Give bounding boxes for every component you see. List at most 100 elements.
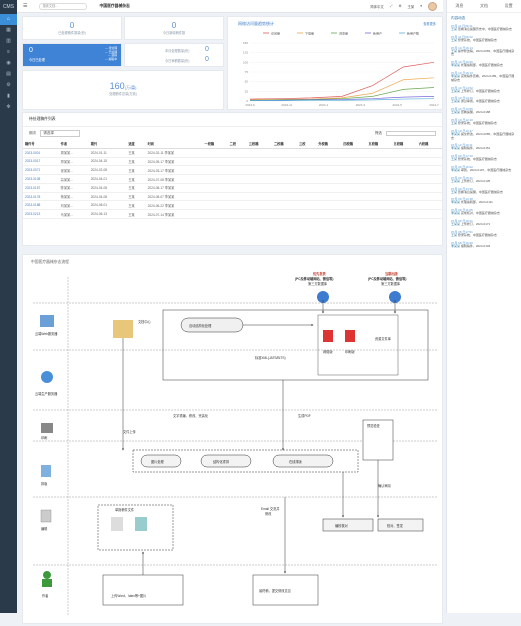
activity-item[interactable]: 07月 10 日14:52 王某某 上传修订，中国医疗器械杂志 bbox=[451, 86, 517, 94]
username[interactable]: 王某 bbox=[408, 4, 415, 9]
table-row[interactable]: 2023-0157 陈某某... 2024-04-08 王某 2024-08-17 李某… bbox=[23, 183, 442, 193]
column-header[interactable]: 五校稿 bbox=[391, 140, 417, 149]
column-header[interactable]: 六校稿 bbox=[416, 140, 442, 149]
menu-toggle-button[interactable]: ☰ bbox=[23, 3, 27, 9]
table-cell bbox=[246, 148, 272, 158]
right-tab[interactable]: 设置 bbox=[505, 3, 513, 9]
table-row[interactable]: 2023-0001 周某某... 2024-01-11 王某 2024-02-11 李某… bbox=[23, 148, 442, 158]
column-header[interactable]: 四校稿 bbox=[341, 140, 367, 149]
y-tick-label: 75 bbox=[245, 70, 249, 74]
column-header[interactable]: 二校稿 bbox=[271, 140, 298, 149]
x-tick-label: 2023-11 bbox=[281, 103, 292, 107]
manuscript-id[interactable]: 2023-0071 bbox=[23, 165, 59, 176]
manuscript-id[interactable]: 2023-0178 bbox=[23, 192, 59, 202]
right-tab[interactable]: 消息 bbox=[455, 3, 463, 9]
column-header[interactable]: 期刊 bbox=[88, 140, 127, 149]
activity-item[interactable]: 07月 08 日17:51 王某 登录系统，中国医疗器械杂志 bbox=[451, 230, 517, 238]
table-cell: 王某 bbox=[126, 174, 146, 184]
column-header[interactable]: 一校稿 bbox=[202, 140, 228, 149]
manuscript-id[interactable]: 2023-0157 bbox=[23, 183, 59, 193]
activity-item[interactable]: 07月 11 日09:30 王某 登录系统，中国医疗器械杂志 bbox=[451, 35, 517, 43]
activity-item[interactable]: 07月 09 日17:20 王某 登录系统，中国医疗器械杂志 bbox=[451, 154, 517, 162]
activity-item[interactable]: 07月 10 日12:10 王某 登录系统，中国医疗器械杂志 bbox=[451, 118, 517, 126]
user-icon[interactable]: ◉ bbox=[0, 58, 17, 69]
expand-icon[interactable]: ⤢ bbox=[390, 4, 393, 8]
column-header[interactable]: 进度 bbox=[126, 140, 146, 149]
activity-text: 李某某 完成稿件查看，2024-0189，中国医疗器械杂志 bbox=[451, 73, 515, 82]
home-icon[interactable]: ⌂ bbox=[0, 14, 17, 25]
table-cell bbox=[341, 200, 367, 211]
chevron-down-icon[interactable]: ▾ bbox=[420, 4, 422, 8]
column-header[interactable]: 三校 bbox=[297, 140, 317, 149]
activity-item[interactable]: 07月 10 日16:14 王某 操作修改稿，2024-0083，中国医疗器械杂志 bbox=[451, 46, 517, 58]
table-cell bbox=[297, 192, 317, 202]
activity-item[interactable]: 07月 09 日13:18 李某某 处理编辑部，2024-0111 bbox=[451, 197, 517, 205]
filter-select[interactable]: 请选择 bbox=[40, 130, 81, 137]
table-row[interactable]: 2023-0108 高某某... 2024-04-01 王某 2024-07-08 李某… bbox=[23, 174, 442, 184]
column-header[interactable]: 二校 bbox=[227, 140, 247, 149]
activity-feed: 07月 11 日09:41 王某 查看消息提醒历史中，中国医疗器械杂志 07月 11… bbox=[447, 24, 521, 248]
table-cell bbox=[366, 148, 392, 158]
activity-item[interactable]: 07月 10 日16:09 李某某 处理编辑部，中国医疗器械杂志 bbox=[451, 60, 517, 68]
manuscript-id[interactable]: 2023-0001 bbox=[23, 148, 59, 158]
activity-item[interactable]: 07月 10 日13:55 王某某 查看提醒，2024-0188 bbox=[451, 107, 517, 115]
table-cell: 张某某... bbox=[58, 165, 89, 176]
activity-item[interactable]: 07月 10 日15:13 李某某 完成稿件查看，2024-0189，中国医疗器械… bbox=[451, 71, 517, 83]
right-tab[interactable]: 文档 bbox=[480, 3, 488, 9]
dept2-label: 当期出版 bbox=[385, 271, 399, 276]
manuscript-id[interactable]: 2023-0188 bbox=[23, 200, 59, 211]
chart-icon[interactable]: ▥ bbox=[0, 36, 17, 47]
table-row[interactable]: 2023-0178 杨某某... 2024-04-08 王某 2024-08-07 李某… bbox=[23, 192, 442, 202]
bar-icon[interactable]: ▮ bbox=[0, 91, 17, 102]
cloud-web-label: 云端Web服务器 bbox=[35, 331, 58, 336]
column-header[interactable]: 三校稿 bbox=[246, 140, 272, 149]
print-version-icon bbox=[345, 330, 355, 342]
online-typeset-label: 在线排版 bbox=[289, 459, 303, 464]
table-search-input[interactable] bbox=[386, 131, 436, 136]
table-row[interactable]: 2023-0188 刘某某... 2024-06-01 王某 2024-06-22 李某… bbox=[23, 200, 442, 211]
column-header[interactable]: 作者 bbox=[58, 140, 89, 149]
settings-icon[interactable]: ⚙ bbox=[0, 80, 17, 91]
column-header[interactable]: 时间 bbox=[145, 140, 203, 149]
column-header[interactable]: 外校稿 bbox=[316, 140, 342, 149]
activity-item[interactable]: 07月 11 日09:41 王某 查看消息提醒历史中，中国医疗器械杂志 bbox=[451, 24, 517, 32]
avatar[interactable] bbox=[428, 1, 437, 11]
legend-label: 下载量 bbox=[305, 31, 314, 36]
grid-icon[interactable]: ▦ bbox=[0, 25, 17, 36]
stat-label: 处理稿件总量(万篇) bbox=[109, 92, 137, 96]
cloud-prod-label: 云端生产服务器 bbox=[35, 391, 58, 396]
table-cell bbox=[391, 200, 417, 211]
activity-item[interactable]: 07月 09 日14:30 王某 查看消息提醒，中国医疗器械杂志 bbox=[451, 187, 517, 195]
column-header[interactable]: 稿件号 bbox=[23, 140, 59, 149]
gear-icon[interactable]: ✻ bbox=[0, 102, 17, 113]
doc-icon[interactable]: ▤ bbox=[0, 69, 17, 80]
settings-icon[interactable]: ⚙ bbox=[398, 4, 401, 8]
activity-item[interactable]: 07月 08 日16:30 李某某 编辑稿件，2024-0103 bbox=[451, 241, 517, 249]
search-input[interactable]: 搜索文档… bbox=[39, 2, 88, 10]
activity-item[interactable]: 07月 09 日11:05 李某某 完成核对，中国医疗器械杂志 bbox=[451, 208, 517, 216]
activity-item[interactable]: 07月 09 日15:41 王某某 上传修订，2024-0135 bbox=[451, 176, 517, 184]
activity-item[interactable]: 07月 10 日14:16 王某某 通过审阅，中国医疗器械杂志 bbox=[451, 96, 517, 104]
author-upload-label: 上传Word、latex等+图片 bbox=[111, 593, 146, 598]
activity-item[interactable]: 07月 10 日10:11 李某某 编辑稿件，2024-0151 bbox=[451, 143, 517, 151]
manuscript-id[interactable]: 2023-0108 bbox=[23, 174, 59, 184]
table-cell bbox=[227, 165, 247, 176]
table-cell bbox=[202, 209, 228, 220]
cloud-web-icon bbox=[40, 315, 54, 327]
list-icon[interactable]: ≡ bbox=[0, 47, 17, 58]
activity-item[interactable]: 07月 09 日10:21 王某某 上传修订，2024-0171 bbox=[451, 219, 517, 227]
table-cell bbox=[202, 148, 228, 158]
author-label: 作者 bbox=[42, 593, 49, 598]
language-selector[interactable]: 简体中文 bbox=[370, 4, 384, 9]
activity-item[interactable]: 07月 09 日16:02 李某某 审阅，2024-0197，中国医疗器械杂志 bbox=[451, 165, 517, 173]
table-row[interactable]: 2023-0213 马某某... 2024-06-13 王某 2024-07-14 李某… bbox=[23, 209, 442, 220]
table-cell bbox=[202, 174, 228, 184]
table-row[interactable]: 2023-0017 郑某某... 2024-04-15 王某 2024-05-17 李某… bbox=[23, 157, 442, 167]
activity-item[interactable]: 07月 10 日10:47 李某某 提交修改，2024-0085，中国医疗器械杂志 bbox=[451, 129, 517, 141]
manuscript-id[interactable]: 2023-0017 bbox=[23, 157, 59, 167]
stat-label: 今日已处理 bbox=[29, 58, 45, 62]
column-header[interactable]: 五校稿 bbox=[366, 140, 392, 149]
table-row[interactable]: 2023-0071 张某某... 2024-02-08 王某 2024-03-17 李某… bbox=[23, 165, 442, 176]
manuscript-id[interactable]: 2023-0213 bbox=[23, 209, 59, 220]
search-label: 筛选 bbox=[374, 131, 382, 135]
